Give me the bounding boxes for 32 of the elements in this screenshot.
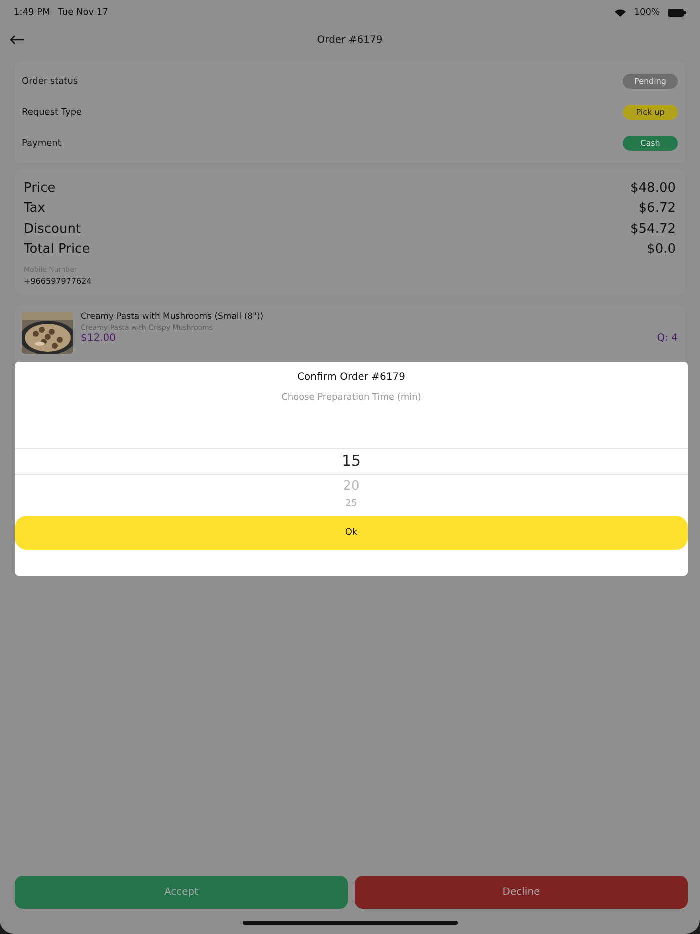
ok-button[interactable]: Ok <box>15 516 688 550</box>
price-value: $54.72 <box>630 222 676 237</box>
page-title: Order #6179 <box>317 34 383 46</box>
mobile-number: +966597977624 <box>24 277 93 286</box>
back-arrow-icon[interactable] <box>10 35 24 45</box>
dialog-subtitle: Choose Preparation Time (min) <box>282 393 422 403</box>
price-label: Total Price <box>24 242 90 258</box>
price-value: $6.72 <box>638 201 676 216</box>
item-quantity: Q: 4 <box>657 333 678 344</box>
price-label: Tax <box>24 201 46 216</box>
price-value: $48.00 <box>630 180 676 196</box>
battery-percent: 100% <box>634 8 660 18</box>
item-name: Creamy Pasta with Mushrooms (Small (8")) <box>81 312 265 322</box>
item-price: $12.00 <box>81 333 116 344</box>
price-value: $0.0 <box>647 242 676 258</box>
decline-button[interactable]: Decline <box>355 876 688 909</box>
status-badge: Pick up <box>623 105 678 120</box>
status-badge: Pending <box>623 74 678 89</box>
price-label: Price <box>24 180 56 196</box>
price-label: Discount <box>24 222 82 237</box>
battery-icon <box>668 9 686 17</box>
accept-button[interactable]: Accept <box>15 876 348 909</box>
status-badge: Cash <box>623 136 678 151</box>
picker-option[interactable]: 15 <box>15 448 688 475</box>
dialog-title: Confirm Order #6179 <box>297 372 406 383</box>
status-date: Tue Nov 17 <box>58 8 108 18</box>
info-label: Payment <box>22 138 62 148</box>
wifi-icon <box>615 9 626 17</box>
info-label: Order status <box>22 76 78 86</box>
status-time: 1:49 PM <box>14 8 50 18</box>
info-label: Request Type <box>22 108 82 118</box>
picker-option[interactable]: 25 <box>15 498 688 510</box>
